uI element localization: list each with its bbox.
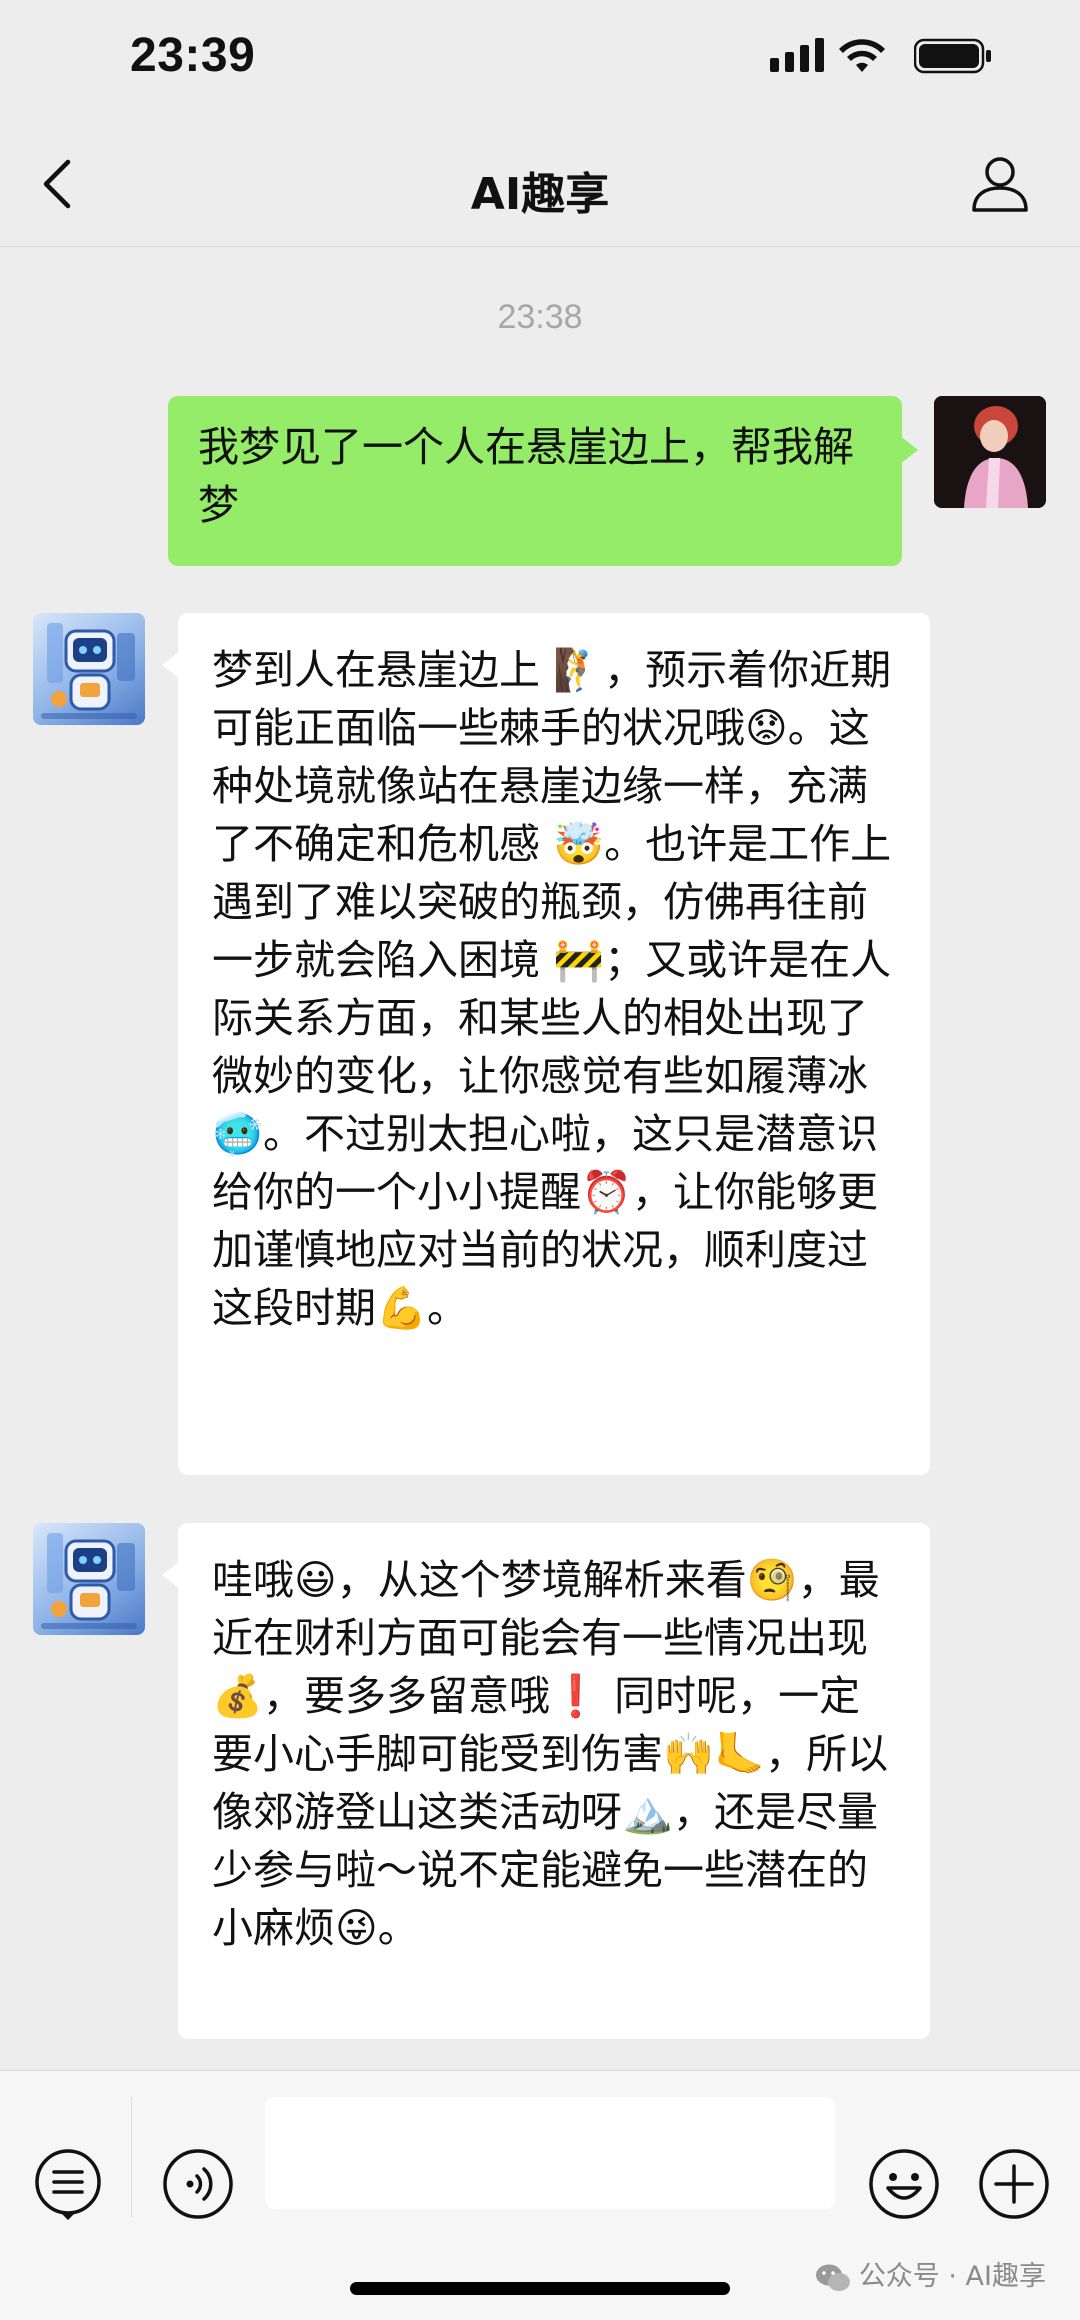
nav-bar: AI趣享 [0, 120, 1080, 247]
wifi-icon [839, 39, 885, 72]
divider [131, 2097, 132, 2217]
smiley-icon[interactable] [866, 2146, 942, 2222]
list-menu-icon[interactable] [30, 2146, 106, 2222]
battery-icon [914, 38, 991, 74]
wechat-icon [815, 2264, 850, 2291]
user-avatar[interactable] [934, 396, 1046, 508]
bot-message-bubble[interactable]: 梦到人在悬崖边上 🧗，预示着你近期可能正面临一些棘手的状况哦😟。这种处境就像站在… [162, 613, 930, 1475]
chat-title: AI趣享 [470, 169, 610, 220]
user-message-text: 我梦见了一个人在悬崖边上，帮我解梦 [198, 423, 854, 529]
voice-icon[interactable] [160, 2146, 236, 2222]
bot-avatar[interactable] [33, 1523, 145, 1635]
home-indicator[interactable] [350, 2282, 730, 2295]
person-icon[interactable] [970, 154, 1030, 214]
message-timestamp: 23:38 [497, 298, 583, 336]
bot-message-text: 哇哦😃，从这个梦境解析来看🧐，最近在财利方面可能会有一些情况出现💰，要多多留意哦… [212, 1556, 889, 1952]
signal-icon [770, 38, 824, 72]
status-bar: 23:39 [0, 0, 1080, 120]
message-input[interactable] [265, 2097, 835, 2209]
plus-icon[interactable] [976, 2146, 1052, 2222]
status-time: 23:39 [130, 29, 256, 82]
bot-message-text: 梦到人在悬崖边上 🧗，预示着你近期可能正面临一些棘手的状况哦😟。这种处境就像站在… [212, 646, 892, 1332]
watermark-text: 公众号 · AI趣享 [858, 2261, 1046, 2292]
bot-avatar[interactable] [33, 613, 145, 725]
user-message-bubble[interactable]: 我梦见了一个人在悬崖边上，帮我解梦 [168, 396, 918, 566]
watermark: 公众号 · AI趣享 [815, 2254, 1046, 2293]
bot-message-bubble[interactable]: 哇哦😃，从这个梦境解析来看🧐，最近在财利方面可能会有一些情况出现💰，要多多留意哦… [162, 1523, 930, 2039]
